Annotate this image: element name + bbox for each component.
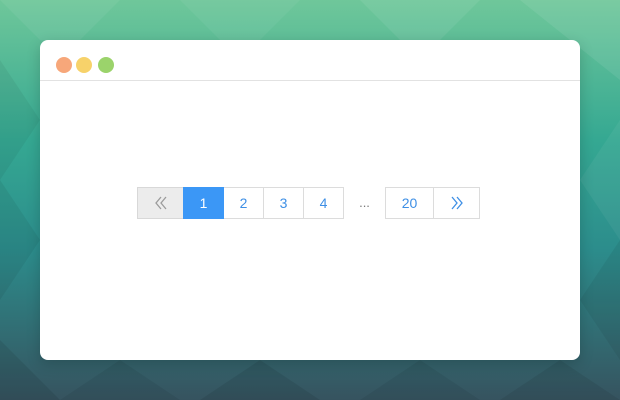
page-button-2[interactable]: 2	[223, 187, 264, 219]
double-chevron-right-icon	[451, 196, 463, 210]
pagination-ellipsis: ...	[359, 195, 370, 210]
next-page-button[interactable]	[433, 187, 480, 219]
close-window-button[interactable]	[56, 57, 72, 73]
previous-page-button[interactable]	[137, 187, 184, 219]
page-button-3[interactable]: 3	[263, 187, 304, 219]
browser-window: 1 2 3 4 ... 20	[40, 40, 580, 360]
page-button-1[interactable]: 1	[183, 187, 224, 219]
double-chevron-left-icon	[154, 196, 166, 210]
maximize-window-button[interactable]	[98, 57, 114, 73]
minimize-window-button[interactable]	[76, 57, 92, 73]
page-button-last[interactable]: 20	[385, 187, 434, 219]
page-button-4[interactable]: 4	[303, 187, 344, 219]
window-titlebar	[40, 40, 580, 81]
